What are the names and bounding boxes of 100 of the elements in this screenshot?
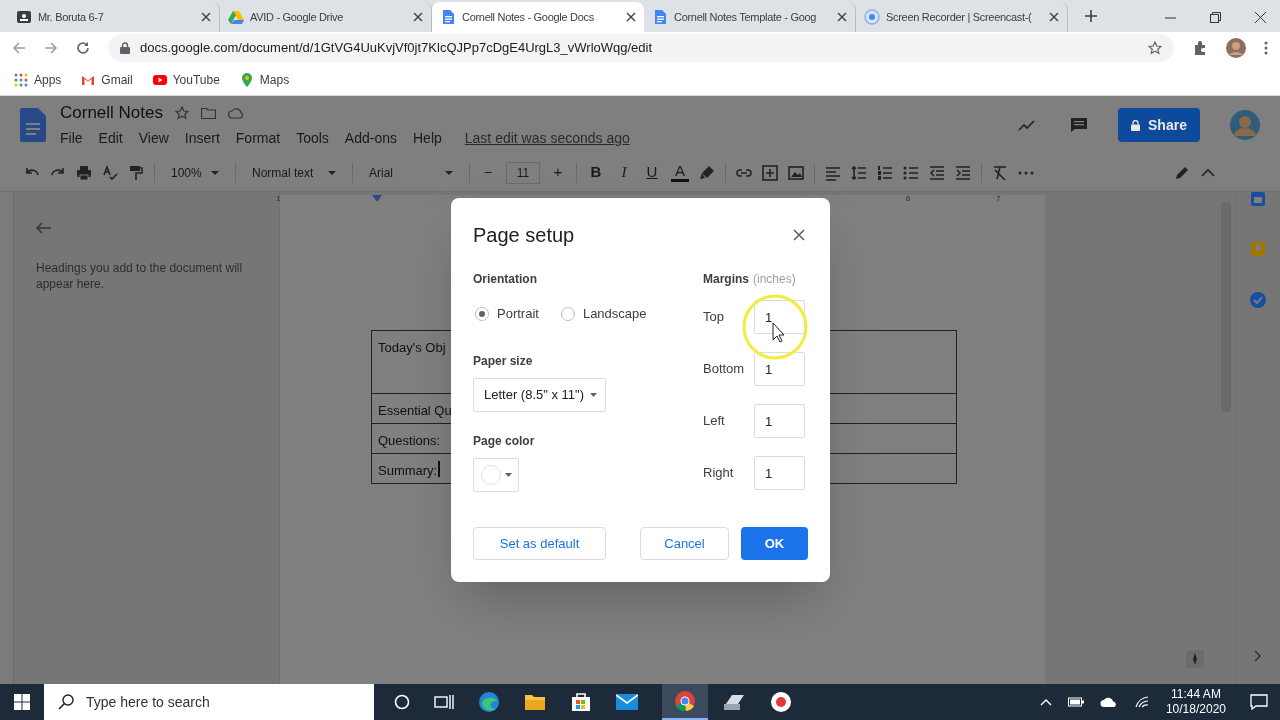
back-arrow-icon[interactable] (36, 222, 52, 234)
menu-item[interactable]: Edit (91, 127, 130, 151)
map-pin-icon (239, 72, 254, 87)
browser-tab[interactable]: Cornell Notes - Google Docs (432, 2, 644, 32)
last-edit-link[interactable]: Last edit was seconds ago (464, 128, 630, 150)
classroom-icon (16, 9, 32, 25)
line-spacing-icon[interactable] (851, 164, 867, 181)
margin-field[interactable]: 1 (754, 352, 805, 386)
close-icon[interactable] (1255, 11, 1266, 23)
font-size-field[interactable]: 11 (506, 161, 540, 184)
windows-start-icon[interactable] (14, 694, 30, 710)
chrome-taskbar-button[interactable] (662, 684, 708, 720)
new-tab-icon[interactable] (1084, 9, 1098, 23)
toolbar-dropdown[interactable]: Arial (363, 160, 459, 185)
bookmark-link[interactable]: Gmail (79, 67, 135, 92)
close-icon[interactable] (793, 229, 805, 241)
puzzle-icon[interactable] (1192, 40, 1208, 56)
document-title[interactable]: Cornell Notes (60, 99, 163, 126)
underline-button[interactable]: U (643, 161, 661, 184)
ruler-number: 6 (906, 193, 911, 205)
profile-avatar-icon[interactable] (1226, 38, 1246, 58)
document-icon (652, 9, 668, 25)
close-icon[interactable] (626, 12, 636, 22)
page-color-picker[interactable] (473, 457, 519, 492)
clock[interactable]: 11:44 AM 10/18/2020 (1165, 687, 1226, 717)
task-view-icon[interactable] (434, 694, 454, 710)
explore-icon[interactable] (1186, 650, 1204, 668)
margin-field[interactable]: 1 (754, 456, 805, 490)
increase-size-button[interactable]: + (550, 161, 566, 184)
menu-icon[interactable] (1264, 41, 1268, 55)
decrease-size-button[interactable]: − (480, 162, 496, 183)
toolbar-dropdown[interactable]: Normal text (246, 160, 342, 185)
margin-field[interactable]: 1 (754, 404, 805, 438)
trend-icon[interactable] (1018, 119, 1036, 131)
share-button[interactable]: Share (1118, 108, 1200, 142)
menu-item[interactable]: View (131, 127, 176, 151)
star-icon[interactable] (175, 105, 189, 120)
battery-icon[interactable] (1067, 697, 1084, 707)
back-icon[interactable] (12, 41, 26, 55)
increase-indent-icon[interactable] (955, 164, 971, 181)
menu-item[interactable]: Add-ons (337, 127, 404, 151)
store-icon[interactable] (570, 691, 592, 713)
set-as-default-button[interactable]: Set as default (473, 527, 606, 560)
menu-item[interactable]: Format (228, 127, 288, 151)
close-icon[interactable] (837, 12, 847, 22)
indent-marker-icon[interactable] (372, 195, 382, 202)
menu-item[interactable]: File (53, 127, 90, 151)
edge-browser-icon[interactable] (478, 691, 500, 713)
menu-item[interactable]: Tools (289, 127, 336, 151)
tab-title: Screen Recorder | Screencast-( (886, 9, 1033, 25)
close-icon[interactable] (1049, 12, 1059, 22)
page-color-label: Page color (473, 432, 535, 450)
restore-icon[interactable] (1210, 11, 1221, 23)
print-icon[interactable] (76, 164, 92, 181)
lock-icon (120, 42, 130, 54)
comment-icon[interactable] (1070, 117, 1088, 133)
text-color-button[interactable]: A (671, 163, 689, 182)
decrease-indent-icon[interactable] (929, 164, 945, 181)
chevron-up-icon[interactable] (1039, 698, 1052, 706)
bulleted-list-icon[interactable] (903, 164, 919, 181)
notification-icon[interactable] (1250, 694, 1268, 710)
paint-format-icon[interactable] (128, 164, 144, 181)
align-icon[interactable] (825, 164, 841, 181)
document-icon[interactable] (20, 108, 46, 142)
margin-label: Left (703, 412, 726, 431)
orientation-option[interactable]: Landscape (560, 304, 647, 324)
numbered-list-icon[interactable] (877, 164, 893, 181)
toolbar-dropdown[interactable]: 100% (165, 160, 225, 185)
highlighter-icon[interactable] (699, 164, 715, 181)
printer-icon[interactable] (722, 692, 746, 712)
bookmark-link[interactable]: Maps (237, 67, 292, 92)
ok-button[interactable]: OK (741, 527, 808, 560)
orientation-option[interactable]: Portrait (475, 304, 539, 324)
tab-title: Cornell Notes - Google Docs (462, 9, 595, 25)
star-icon[interactable] (1148, 41, 1162, 55)
close-icon[interactable] (201, 12, 211, 22)
paper-size-dropdown[interactable]: Letter (8.5" x 11") (473, 377, 606, 412)
bookmark-link[interactable]: Apps (12, 67, 64, 92)
reload-icon[interactable] (76, 41, 90, 55)
close-icon[interactable] (413, 12, 423, 22)
record-icon[interactable] (770, 691, 792, 713)
table-cell-text: Summary: (378, 462, 438, 480)
bookmark-link[interactable]: YouTube (150, 67, 222, 92)
cancel-button[interactable]: Cancel (640, 527, 729, 560)
italic-button[interactable]: I (615, 161, 633, 184)
forward-icon[interactable] (44, 41, 58, 55)
cloud-icon[interactable] (1099, 696, 1118, 708)
spellcheck-icon[interactable] (102, 164, 118, 181)
image-icon[interactable] (788, 164, 804, 181)
cortana-icon[interactable] (394, 694, 410, 710)
bold-button[interactable]: B (587, 161, 605, 184)
menu-item[interactable]: Insert (177, 127, 227, 151)
add-comment-icon[interactable] (762, 164, 778, 181)
pencil-icon[interactable] (1174, 164, 1190, 181)
mail-icon[interactable] (616, 693, 638, 711)
address-bar[interactable]: docs.google.com/document/d/1GtVG4UuKvjVf0jt7KlcQJPp7cDgE4UrgL3_vWrloWqg/edit (108, 34, 1174, 62)
clear-formatting-icon[interactable] (992, 164, 1008, 181)
wifi-icon[interactable] (1133, 695, 1150, 709)
folder-icon[interactable] (524, 692, 546, 712)
menu-item[interactable]: Help (406, 127, 449, 151)
